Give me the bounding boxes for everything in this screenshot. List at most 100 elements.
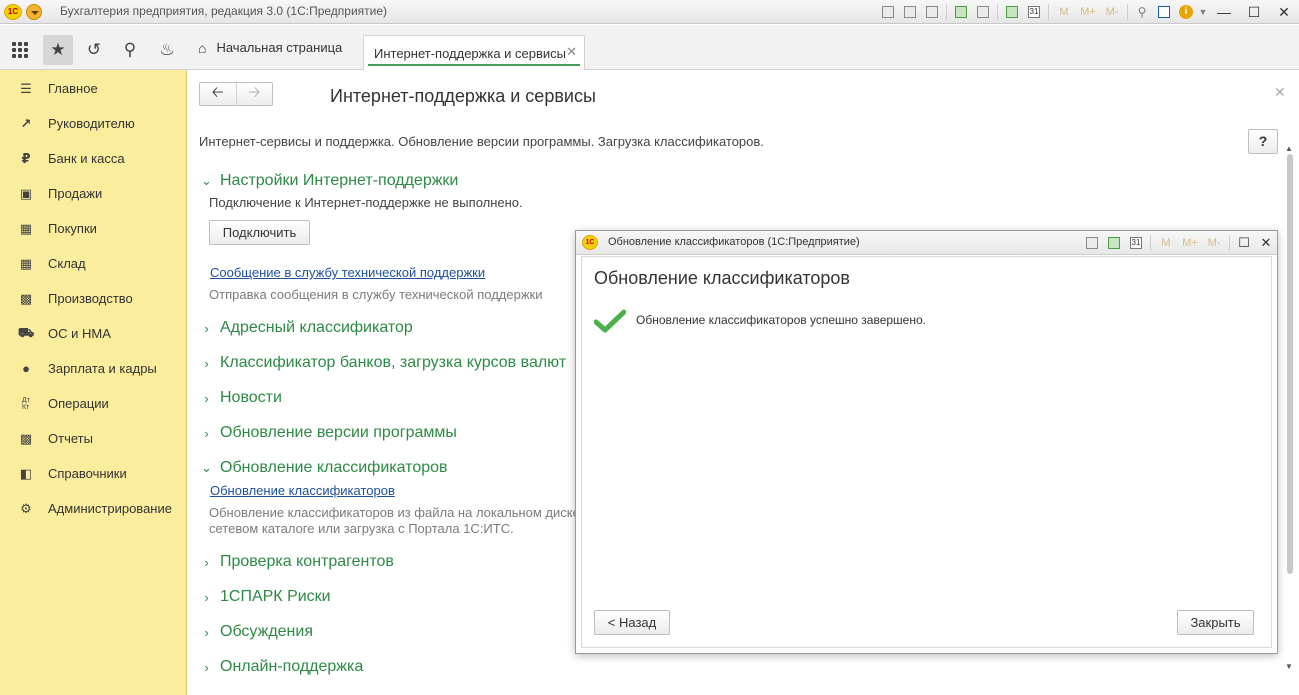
calendar-icon[interactable]: 31 (1125, 231, 1147, 255)
close-button[interactable]: Закрыть (1177, 610, 1254, 635)
memory-m-button[interactable]: M (1154, 231, 1178, 255)
vertical-scrollbar[interactable]: ▲ ▼ (1284, 144, 1296, 680)
info-icon[interactable]: i (1175, 0, 1197, 24)
chevron-down-icon: ⌄ (201, 460, 212, 475)
attach-icon[interactable] (950, 0, 972, 24)
sidebar-item-label: Покупки (48, 221, 97, 236)
support-message-desc: Отправка сообщения в службу технической … (209, 287, 543, 302)
sidebar-item-label: Справочники (48, 466, 127, 481)
history-icon[interactable]: ↺ (79, 35, 109, 65)
back-arrow-icon[interactable]: 🡠 (200, 83, 236, 105)
tab-home[interactable]: ⌂ Начальная страница (188, 25, 358, 70)
success-check-icon (594, 309, 626, 333)
gear-icon: ⚙ (20, 500, 32, 516)
back-button[interactable]: < Назад (594, 610, 670, 635)
info-dropdown-icon[interactable]: ▼ (1197, 0, 1209, 24)
memory-minus-button[interactable]: M- (1202, 231, 1226, 255)
sidebar-item-label: ОС и НМА (48, 326, 111, 341)
zoom-icon[interactable]: ⚲ (1131, 0, 1153, 24)
notifications-bell-icon[interactable]: ♨ (152, 35, 182, 65)
sidebar-item-references[interactable]: ◧ Справочники (0, 456, 187, 491)
dialog-title-bar: 1С Обновление классификаторов (1С:Предпр… (576, 231, 1277, 255)
dialog-close-icon[interactable]: ✕ (1255, 231, 1277, 255)
print-icon[interactable] (1081, 231, 1103, 255)
sidebar-item-sales[interactable]: ▣ Продажи (0, 176, 187, 211)
sidebar-item-warehouse[interactable]: ▦ Склад (0, 246, 187, 281)
sidebar-item-operations[interactable]: Дт Кт Операции (0, 386, 187, 421)
calculator-icon[interactable] (1001, 0, 1023, 24)
panels-icon[interactable] (1153, 0, 1175, 24)
memory-minus-button[interactable]: M- (1100, 0, 1124, 24)
maximize-icon[interactable]: ☐ (1233, 231, 1255, 255)
section-counterparty-check[interactable]: › Проверка контрагентов (201, 551, 394, 573)
chevron-right-icon: › (204, 320, 209, 336)
sidebar-item-production[interactable]: ▩ Производство (0, 281, 187, 316)
memory-plus-button[interactable]: M+ (1076, 0, 1100, 24)
memory-m-button[interactable]: M (1052, 0, 1076, 24)
section-label: Классификатор банков, загрузка курсов ва… (220, 354, 567, 371)
preview-icon[interactable] (921, 0, 943, 24)
scrollbar-thumb[interactable] (1287, 154, 1293, 574)
save-icon[interactable] (877, 0, 899, 24)
sidebar-item-bank[interactable]: ₽ Банк и касса (0, 141, 187, 176)
section-online-support[interactable]: › Онлайн-поддержка (201, 656, 363, 678)
classifiers-update-link[interactable]: Обновление классификаторов (210, 483, 395, 498)
shopping-bag-icon: ▣ (19, 185, 33, 201)
section-classifiers-update[interactable]: ⌄ Обновление классификаторов (201, 457, 447, 479)
support-message-link[interactable]: Сообщение в службу технической поддержки (210, 265, 485, 280)
sidebar-item-label: Склад (48, 256, 86, 271)
scroll-down-arrow-icon[interactable]: ▼ (1285, 662, 1293, 671)
minimize-button[interactable]: — (1209, 0, 1239, 24)
calendar-icon[interactable]: 31 (1023, 0, 1045, 24)
sidebar-item-purchases[interactable]: ▦ Покупки (0, 211, 187, 246)
chevron-right-icon: › (204, 390, 209, 406)
sidebar-item-reports[interactable]: ▩ Отчеты (0, 421, 187, 456)
forward-arrow-icon[interactable]: 🡢 (235, 83, 273, 105)
sidebar-item-salary[interactable]: ● Зарплата и кадры (0, 351, 187, 386)
calculator-icon[interactable] (1103, 231, 1125, 255)
memory-plus-button[interactable]: M+ (1178, 231, 1202, 255)
chevron-right-icon: › (204, 659, 209, 675)
section-address-classifier[interactable]: › Адресный классификатор (201, 317, 413, 339)
section-spark-risks[interactable]: › 1СПАРК Риски (201, 586, 330, 608)
sidebar-item-manager[interactable]: ↗ Руководителю (0, 106, 187, 141)
dialog-window-title: Обновление классификаторов (1С:Предприят… (608, 236, 860, 248)
1c-logo-icon: 1С (4, 4, 22, 20)
section-label: Настройки Интернет-поддержки (220, 172, 459, 189)
tab-close-icon[interactable]: ✕ (566, 44, 577, 60)
tab-internet-support[interactable]: Интернет-поддержка и сервисы ✕ (363, 35, 585, 70)
help-button[interactable]: ? (1248, 129, 1278, 154)
section-discussions[interactable]: › Обсуждения (201, 621, 313, 643)
sidebar-item-main[interactable]: ☰ Главное (0, 71, 187, 106)
debit-credit-icon: Дт Кт (22, 396, 30, 411)
section-program-update[interactable]: › Обновление версии программы (201, 422, 457, 444)
section-label: Обсуждения (220, 623, 313, 640)
sidebar-item-fixed-assets[interactable]: ⛟ ОС и НМА (0, 316, 187, 351)
page-title: Интернет-поддержка и сервисы (330, 86, 596, 106)
print-icon[interactable] (899, 0, 921, 24)
main-menu-button[interactable] (26, 4, 42, 20)
warehouse-icon: ▦ (19, 255, 33, 271)
sidebar-item-administration[interactable]: ⚙ Администрирование (0, 491, 187, 526)
section-news[interactable]: › Новости (201, 387, 282, 409)
scroll-up-arrow-icon[interactable]: ▲ (1285, 144, 1293, 153)
window-title-bar: 1С Бухгалтерия предприятия, редакция 3.0… (0, 0, 1299, 24)
chevron-right-icon: › (204, 589, 209, 605)
classifiers-desc-line2: сетевом каталоге или загрузка с Портала … (209, 521, 514, 536)
top-panel: ★ ↺ ⚲ ♨ ⌂ Начальная страница Интернет-по… (0, 25, 1299, 70)
books-icon: ◧ (19, 465, 33, 481)
bar-chart-icon: ▩ (19, 430, 33, 446)
section-bank-classifier[interactable]: › Классификатор банков, загрузка курсов … (201, 352, 566, 374)
search-icon[interactable]: ⚲ (115, 35, 145, 65)
page-close-icon[interactable]: ✕ (1274, 84, 1286, 101)
sidebar-item-label: Руководителю (48, 116, 135, 131)
close-window-button[interactable]: ✕ (1269, 0, 1299, 24)
dialog-heading: Обновление классификаторов (594, 268, 850, 288)
document-icon[interactable] (972, 0, 994, 24)
all-functions-icon[interactable] (5, 35, 35, 65)
maximize-button[interactable]: ☐ (1239, 0, 1269, 24)
home-icon: ⌂ (198, 39, 207, 56)
connect-button[interactable]: Подключить (209, 220, 310, 245)
section-support-settings[interactable]: ⌄ Настройки Интернет-поддержки (201, 170, 458, 192)
favorites-star-icon[interactable]: ★ (43, 35, 73, 65)
